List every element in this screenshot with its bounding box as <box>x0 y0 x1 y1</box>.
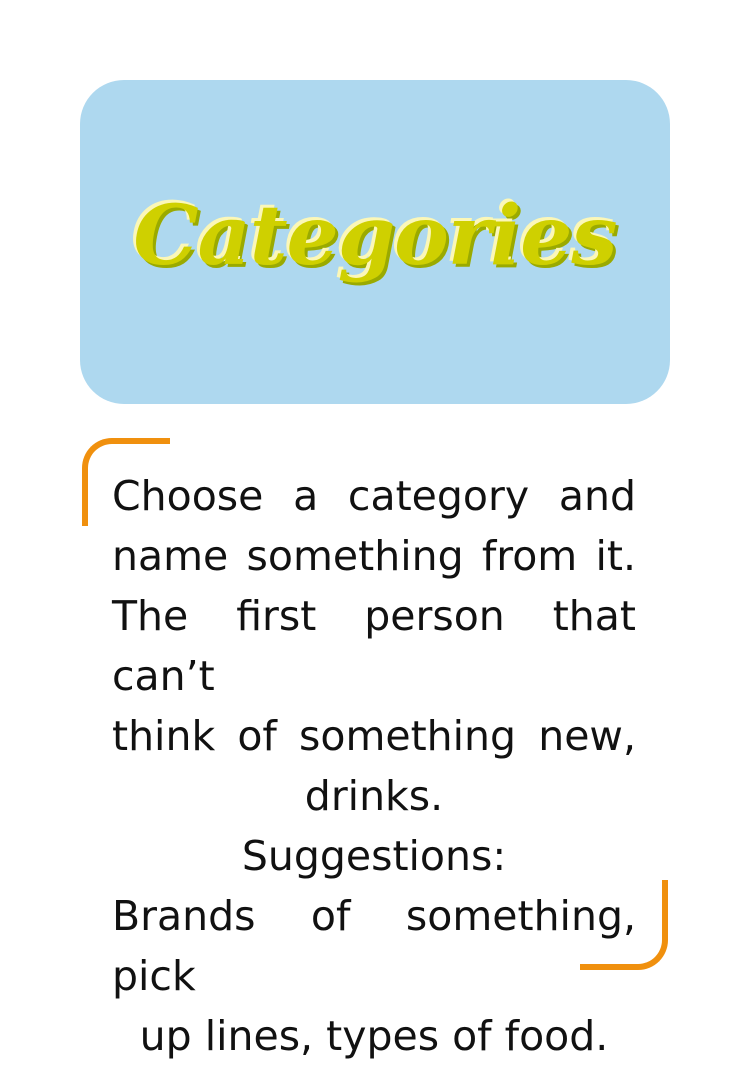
instruction-line: The first person that can’t <box>112 592 636 700</box>
instruction-line: drinks. <box>304 772 444 820</box>
card-title: Categories <box>133 188 617 284</box>
card-body: Choose a category and name something fro… <box>112 466 636 1066</box>
suggestions-label: Suggestions: <box>241 832 507 880</box>
title-box: Categories <box>80 80 670 404</box>
instruction-line: name something from it. <box>112 532 636 580</box>
instruction-line: Choose a category and <box>112 472 636 520</box>
suggestion-line: Brands of something, pick <box>112 892 636 1000</box>
instruction-line: think of something new, <box>112 712 636 760</box>
suggestion-line: up lines, types of food. <box>139 1012 609 1060</box>
